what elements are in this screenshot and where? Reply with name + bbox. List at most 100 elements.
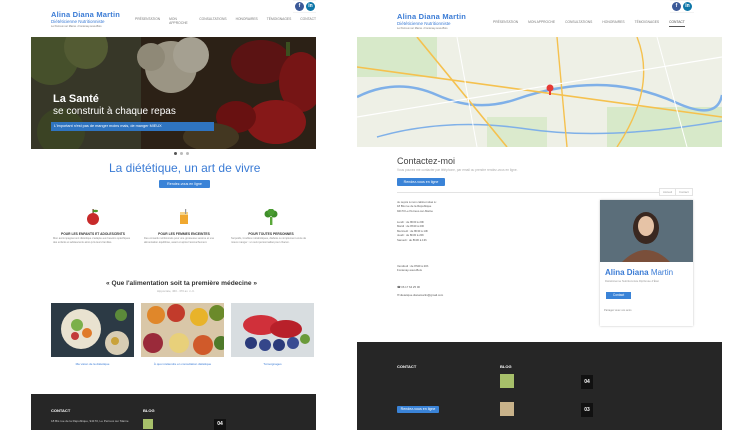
location-map[interactable] [357,37,722,147]
hero-caption: L'important n'est pas de manger moins ma… [51,122,214,131]
vegetables-image [141,303,224,357]
facebook-icon[interactable]: f [672,2,681,11]
card-image-consultation[interactable] [141,303,224,357]
footer-blog-heading: BLOG [500,364,512,369]
address-block: Je reçois à mon cabinet situé à : 18 Bis… [397,200,477,213]
feature-text: Des conseils nutritionnels pour une gros… [144,237,215,244]
feature-text: Surpoids, troubles métaboliques, diabète… [231,237,307,244]
card-image-testimonials[interactable] [231,303,314,357]
blog-date: 04 [581,375,593,389]
berries-image [231,303,314,357]
appointment-button[interactable]: Rendez-vous en ligne [159,180,210,188]
profile-photo [600,200,693,262]
breadcrumb-current: Contact [675,188,693,196]
hero-subtitle: se construit à chaque repas [53,106,176,117]
linkedin-icon[interactable]: in [683,2,692,11]
breadcrumb-home[interactable]: Accueil [659,188,677,196]
nav-item-contact[interactable]: Contact [669,20,685,27]
contact-subtitle: Vous pouvez me contacter par téléphone, … [397,168,518,172]
social-links: f in [670,1,694,12]
site-header: Alina Diana Martin Diététicienne Nutriti… [357,0,722,37]
slider-dot[interactable] [180,152,183,155]
email-line: ✉ dietetique.dianamartin@gmail.com [397,293,477,297]
footer-contact-heading: CONTACT [51,408,71,413]
hours-line: Samedi : de 8h30 à 13h [397,237,427,242]
contact-title: Contactez-moi [397,156,456,166]
hours-block: Lundi : de 8h30 à 20h Mardi : de 8h30 à … [397,220,477,242]
site-logo-tagline: Le Perreux sur Marne • Fontenay-sous-Boi… [397,27,448,30]
feature-title: Pour les femmes enceintes [158,232,210,236]
nav-item-presentation[interactable]: Présentation [493,20,518,27]
address-line: 94170 Le Perreux-sur-Marne [397,208,433,213]
hero-title: La Santé [53,93,99,105]
slider-dot[interactable] [186,152,189,155]
nav-item-honoraires[interactable]: Honoraires [236,17,258,27]
divider [397,192,689,193]
profile-share-text: Partagez avec vos amis [604,309,632,312]
site-logo-subtitle: Diététicienne Nutritionniste [397,21,451,26]
home-page-screenshot: Alina Diana Martin Diététicienne Nutriti… [31,0,316,430]
blog-thumb[interactable] [500,374,514,388]
hero-slider[interactable]: La Santé se construit à chaque repas [31,37,316,149]
blog-date: 03 [581,403,593,417]
site-header: Alina Diana Martin Diététicienne Nutriti… [31,0,316,37]
contact-page-screenshot: Alina Diana Martin Diététicienne Nutriti… [357,0,722,430]
card-image-vision[interactable] [51,303,134,357]
site-logo-subtitle: Diététicienne Nutritionniste [51,19,105,24]
appointment-button[interactable]: Rendez-vous en ligne [397,178,445,186]
site-logo-name[interactable]: Alina Diana Martin [51,10,120,19]
feature-everyone: Pour toutes personnes Surpoids, troubles… [231,208,311,244]
blog-thumb[interactable] [143,419,153,429]
nav-item-approche[interactable]: Mon approche [528,20,555,27]
footer-address: 18 Bis rue de la République, 94170, Le P… [51,419,129,423]
profile-name: Alina Diana Martin [605,268,674,277]
footer-appointment-button[interactable]: Rendez-vous en ligne [397,406,439,413]
nav-item-consultations[interactable]: Consultations [565,20,592,27]
main-nav: Présentation Mon approche Consultations … [493,20,685,27]
apple-icon [87,209,99,225]
phone-number[interactable]: 06 17 64 25 00 [401,285,420,289]
footer-contact-heading: CONTACT [397,364,417,369]
second-office-block: Vendredi : de 8h30 à 20h Fontenay-sous-B… [397,264,477,273]
social-links: f in [293,1,316,12]
broccoli-icon [264,208,278,225]
footer-blog-heading: BLOG [143,408,155,413]
quote-author: Hippocrate, 460 - 370 av. J.-C. [157,289,195,293]
nav-item-temoignages[interactable]: Témoignages [267,17,292,27]
blog-thumb[interactable] [500,402,514,416]
profile-contact-button[interactable]: Contact [606,292,631,299]
card-caption[interactable]: Ma vision de la diététique [51,362,134,366]
site-footer: CONTACT BLOG 18 Bis rue de la République… [31,394,316,430]
phone-line: ☎ 06 17 64 25 00 [397,285,477,289]
facebook-icon[interactable]: f [295,2,304,11]
site-logo-name[interactable]: Alina Diana Martin [397,12,466,21]
profile-card: Alina Diana Martin Diététicienne Nutriti… [600,200,693,326]
feature-children: Pour les enfants et adolescents Mon acco… [53,209,133,244]
slider-dot[interactable] [174,152,177,155]
blog-date: 04 [214,419,226,430]
linkedin-icon[interactable]: in [306,2,315,11]
card-caption[interactable]: Témoignages [231,362,314,366]
office-line: Fontenay-sous-Bois [397,268,422,273]
card-caption[interactable]: À quoi s'attendre en consultation diétét… [141,362,224,366]
quote-heading: « Que l'alimentation soit ta première mé… [106,280,258,287]
feature-pregnant: Pour les femmes enceintes Des conseils n… [144,209,224,244]
feature-title: Pour toutes personnes [248,232,294,236]
slider-dots [174,152,189,155]
nav-item-contact[interactable]: Contact [300,17,316,27]
nav-item-temoignages[interactable]: Témoignages [635,20,660,27]
feature-title: Pour les enfants et adolescents [61,232,125,236]
nav-item-approche[interactable]: Mon approche [169,17,190,27]
map-image [357,37,722,147]
email-address[interactable]: dietetique.dianamartin@gmail.com [400,293,443,297]
nav-item-honoraires[interactable]: Honoraires [602,20,624,27]
section-title: La diététique, un art de vivre [109,161,261,175]
site-logo-tagline: Le Perreux sur Marne • Fontenay-sous-Boi… [51,25,102,28]
food-bowl-image [51,303,134,357]
profile-role: Diététicienne Nutritionniste Diplômée d'… [605,279,659,283]
nav-item-presentation[interactable]: Présentation [135,17,160,27]
nav-item-consultations[interactable]: Consultations [199,17,226,27]
juice-icon [180,209,188,224]
feature-text: Mon accompagnement diététique s'adapte a… [53,237,131,244]
site-footer: CONTACT BLOG Rendez-vous en ligne 04 03 [357,342,722,430]
